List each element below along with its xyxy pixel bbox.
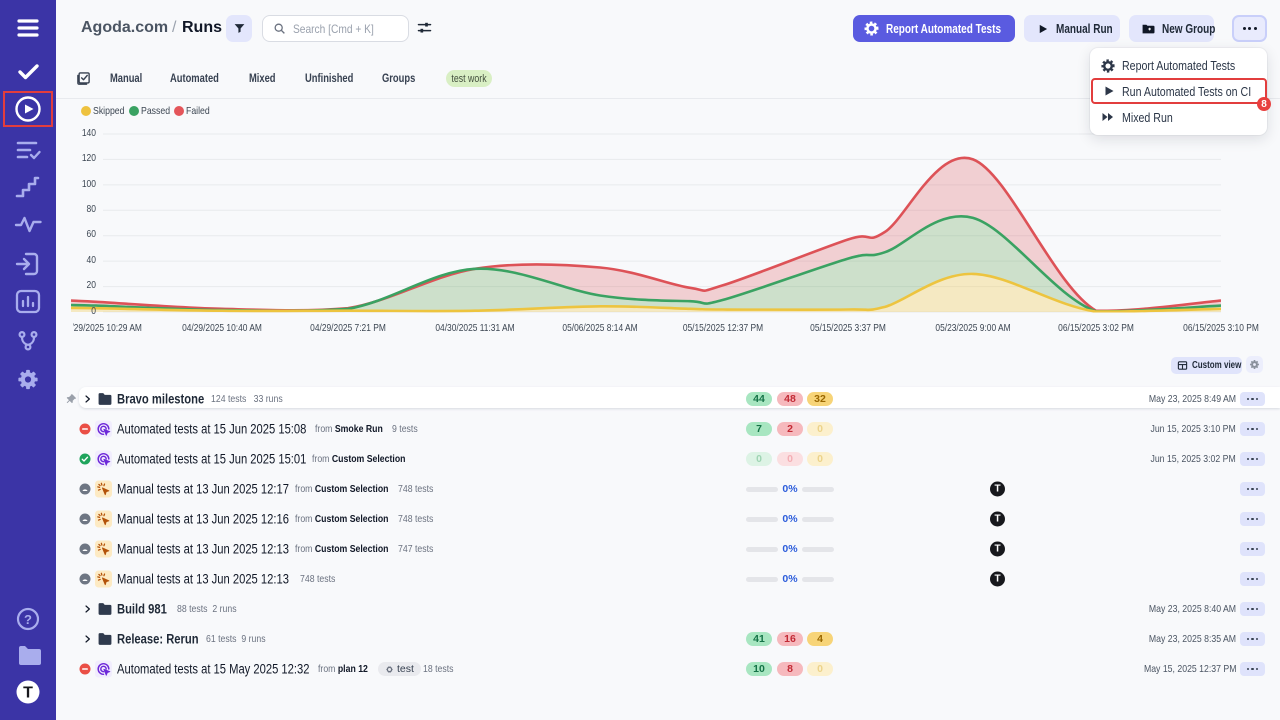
svg-text:T: T [23, 685, 33, 702]
